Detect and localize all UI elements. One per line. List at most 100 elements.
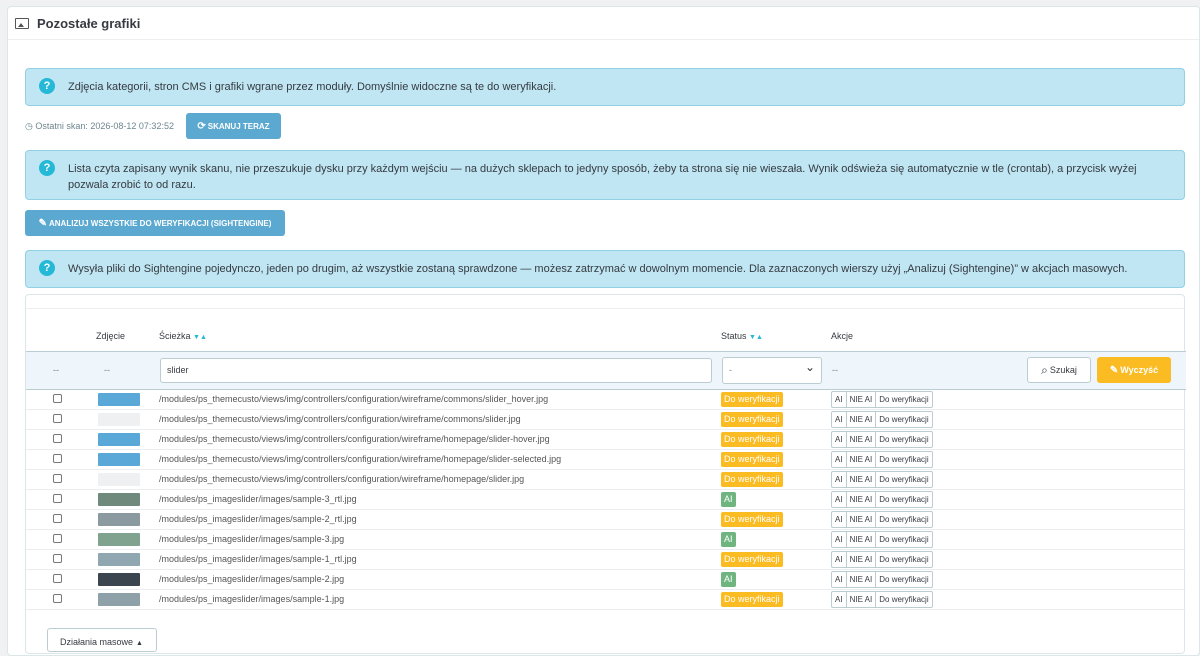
panel-title: Pozostałe grafiki xyxy=(37,15,141,31)
not-ai-button[interactable]: NIE AI xyxy=(847,471,877,487)
filter-dash: -- xyxy=(53,365,59,375)
row-thumbnail xyxy=(98,552,140,566)
row-action-group: AI NIE AI Do weryfikacji xyxy=(831,570,933,588)
wand-icon: ✎ xyxy=(38,217,47,229)
clear-button[interactable]: Wyczyść xyxy=(1097,357,1171,383)
row-action-group: AI NIE AI Do weryfikacji xyxy=(831,450,933,468)
row-checkbox[interactable] xyxy=(53,513,62,523)
row-path: /modules/ps_imageslider/images/sample-1.… xyxy=(159,594,345,604)
ai-button[interactable]: AI xyxy=(832,431,847,447)
to-verify-button[interactable]: Do weryfikacji xyxy=(876,552,931,567)
table-topbar xyxy=(26,295,1184,309)
table-row: /modules/ps_imageslider/images/sample-1.… xyxy=(26,589,1186,610)
to-verify-button[interactable]: Do weryfikacji xyxy=(876,512,931,527)
to-verify-button[interactable]: Do weryfikacji xyxy=(876,412,931,427)
row-thumbnail xyxy=(98,472,140,486)
to-verify-button[interactable]: Do weryfikacji xyxy=(876,592,931,607)
ai-button[interactable]: AI xyxy=(832,471,847,487)
row-path: /modules/ps_imageslider/images/sample-3_… xyxy=(159,494,357,504)
ai-button[interactable]: AI xyxy=(832,491,847,507)
header-actions: Akcje xyxy=(831,330,854,341)
row-checkbox[interactable] xyxy=(53,473,62,483)
info-alert-3: ? Wysyła pliki do Sightengine pojedynczo… xyxy=(25,250,1185,288)
refresh-icon: ⟳ xyxy=(197,120,206,132)
table-row: /modules/ps_themecusto/views/img/control… xyxy=(26,449,1186,470)
header-path[interactable]: Ścieżka xyxy=(159,331,191,341)
row-action-group: AI NIE AI Do weryfikacji xyxy=(831,530,933,548)
alert-text: Zdjęcia kategorii, stron CMS i grafiki w… xyxy=(68,81,557,93)
ai-button[interactable]: AI xyxy=(832,451,847,467)
ai-button[interactable]: AI xyxy=(832,571,847,587)
to-verify-button[interactable]: Do weryfikacji xyxy=(876,492,931,507)
scan-now-button[interactable]: ⟳ SKANUJ TERAZ xyxy=(185,113,281,139)
row-checkbox[interactable] xyxy=(53,593,62,603)
image-icon xyxy=(15,17,29,29)
status-badge: AI xyxy=(721,531,736,547)
not-ai-button[interactable]: NIE AI xyxy=(847,591,877,607)
row-checkbox[interactable] xyxy=(53,553,62,563)
row-action-group: AI NIE AI Do weryfikacji xyxy=(831,430,933,448)
table-row: /modules/ps_themecusto/views/img/control… xyxy=(26,409,1186,430)
table-row: /modules/ps_themecusto/views/img/control… xyxy=(26,429,1186,450)
header-image: Zdjęcie xyxy=(96,330,126,341)
not-ai-button[interactable]: NIE AI xyxy=(847,451,877,467)
images-table: Zdjęcie Ścieżka ▼▲ Status ▼▲ Akcje -- --… xyxy=(26,321,1186,610)
table-row: /modules/ps_imageslider/images/sample-1_… xyxy=(26,549,1186,570)
row-action-group: AI NIE AI Do weryfikacji xyxy=(831,590,933,608)
row-checkbox[interactable] xyxy=(53,453,62,463)
search-label: Szukaj xyxy=(1049,365,1077,375)
ai-button[interactable]: AI xyxy=(832,411,847,427)
not-ai-button[interactable]: NIE AI xyxy=(847,391,877,407)
analyze-all-button[interactable]: ✎ ANALIZUJ WSZYSTKIE DO WERYFIKACJI (SIG… xyxy=(25,210,285,236)
to-verify-button[interactable]: Do weryfikacji xyxy=(876,392,931,407)
to-verify-button[interactable]: Do weryfikacji xyxy=(876,472,931,487)
ai-button[interactable]: AI xyxy=(832,551,847,567)
status-badge: Do weryfikacji xyxy=(721,511,783,527)
filter-row: -- -- slider - -- Szukaj Wyczyść xyxy=(26,350,1186,390)
path-filter-input[interactable]: slider xyxy=(160,357,712,383)
scan-button-label: SKANUJ TERAZ xyxy=(207,121,270,131)
status-badge: Do weryfikacji xyxy=(721,411,783,427)
to-verify-button[interactable]: Do weryfikacji xyxy=(876,452,931,467)
row-path: /modules/ps_imageslider/images/sample-3.… xyxy=(159,534,345,544)
ai-button[interactable]: AI xyxy=(832,531,847,547)
status-badge: AI xyxy=(721,571,736,587)
row-action-group: AI NIE AI Do weryfikacji xyxy=(831,390,933,408)
last-scan-time: Ostatni skan: 2026-08-12 07:32:52 xyxy=(25,121,174,132)
row-action-group: AI NIE AI Do weryfikacji xyxy=(831,510,933,528)
sort-icon[interactable]: ▼▲ xyxy=(193,334,207,341)
row-checkbox[interactable] xyxy=(53,433,62,443)
row-checkbox[interactable] xyxy=(53,393,62,403)
to-verify-button[interactable]: Do weryfikacji xyxy=(876,572,931,587)
row-path: /modules/ps_imageslider/images/sample-1_… xyxy=(159,554,357,564)
not-ai-button[interactable]: NIE AI xyxy=(847,511,877,527)
bulk-actions-button[interactable]: Działania masowe ▲ xyxy=(47,628,157,652)
row-checkbox[interactable] xyxy=(53,573,62,583)
images-table-box: Zdjęcie Ścieżka ▼▲ Status ▼▲ Akcje -- --… xyxy=(25,294,1186,654)
row-checkbox[interactable] xyxy=(53,533,62,543)
not-ai-button[interactable]: NIE AI xyxy=(847,411,877,427)
not-ai-button[interactable]: NIE AI xyxy=(847,551,877,567)
row-checkbox[interactable] xyxy=(53,493,62,503)
not-ai-button[interactable]: NIE AI xyxy=(847,431,877,447)
header-status[interactable]: Status xyxy=(721,331,747,341)
search-button[interactable]: Szukaj xyxy=(1027,357,1091,383)
alert-text: Wysyła pliki do Sightengine pojedynczo, … xyxy=(68,263,1128,275)
not-ai-button[interactable]: NIE AI xyxy=(847,491,877,507)
status-badge: Do weryfikacji xyxy=(721,391,783,407)
analyze-button-label: ANALIZUJ WSZYSTKIE DO WERYFIKACJI (SIGHT… xyxy=(49,218,272,228)
row-checkbox[interactable] xyxy=(53,413,62,423)
row-action-group: AI NIE AI Do weryfikacji xyxy=(831,490,933,508)
ai-button[interactable]: AI xyxy=(832,391,847,407)
ai-button[interactable]: AI xyxy=(832,511,847,527)
not-ai-button[interactable]: NIE AI xyxy=(847,531,877,547)
sort-icon[interactable]: ▼▲ xyxy=(749,334,763,341)
ai-button[interactable]: AI xyxy=(832,591,847,607)
status-filter-select[interactable]: - xyxy=(722,355,822,384)
to-verify-button[interactable]: Do weryfikacji xyxy=(876,432,931,447)
question-icon: ? xyxy=(39,260,55,276)
not-ai-button[interactable]: NIE AI xyxy=(847,571,877,587)
to-verify-button[interactable]: Do weryfikacji xyxy=(876,532,931,547)
row-thumbnail xyxy=(98,392,140,406)
alert-text: Lista czyta zapisany wynik skanu, nie pr… xyxy=(68,163,1137,191)
